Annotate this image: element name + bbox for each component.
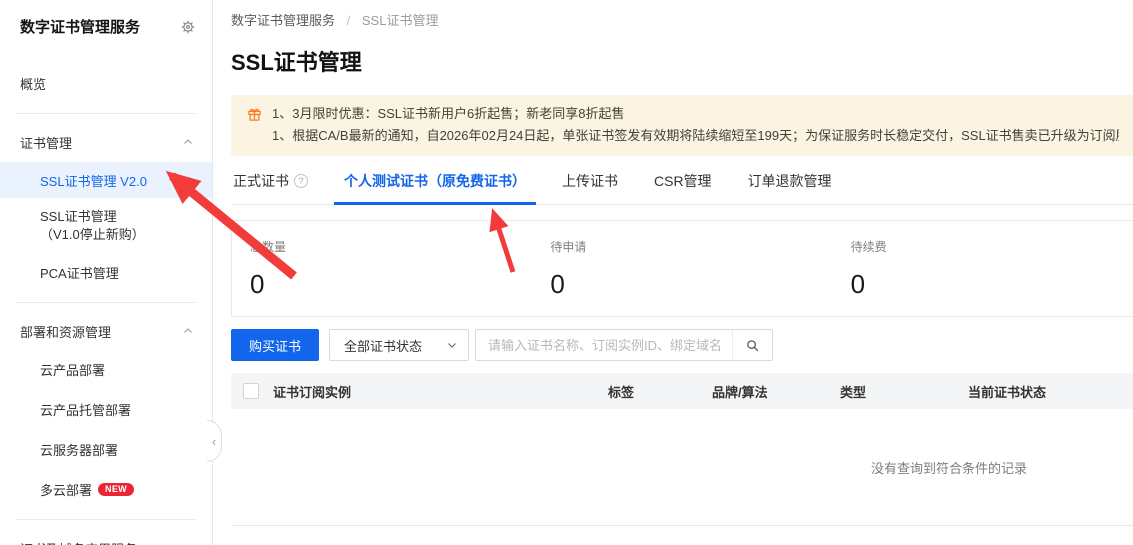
main-content: 数字证书管理服务 / SSL证书管理 SSL证书管理 1、3月限时优惠：SSL证… — [213, 0, 1133, 545]
empty-state-text: 没有查询到符合条件的记录 — [231, 458, 1027, 477]
banner-text: 1、3月限时优惠：SSL证书新用户6折起售；新老同享8折起售 1、根据CA/B最… — [272, 103, 1119, 147]
sidebar-item-ssl-v2[interactable]: SSL证书管理 V2.0 — [0, 162, 212, 198]
search-box — [475, 329, 773, 361]
sidebar-item-cloud-product-hosted-deploy[interactable]: 云产品托管部署 — [0, 391, 212, 427]
sidebar-section-cert-domain-apps[interactable]: 证书及域名应用服务 — [0, 532, 212, 545]
page-title: SSL证书管理 — [231, 45, 1133, 77]
tab-label: 订单退款管理 — [748, 171, 832, 191]
breadcrumb-root[interactable]: 数字证书管理服务 — [231, 13, 335, 28]
table-header-row: 证书订阅实例 标签 品牌/算法 类型 当前证书状态 — [231, 373, 1133, 409]
tab-csr-mgmt[interactable]: CSR管理 — [652, 171, 714, 204]
stat-label: 总数量 — [250, 238, 532, 255]
sidebar-item-multicloud-deploy[interactable]: 多云部署 NEW — [0, 471, 212, 507]
sidebar-item-cloud-product-deploy[interactable]: 云产品部署 — [0, 351, 212, 387]
gift-icon — [247, 107, 262, 122]
notice-banner: 1、3月限时优惠：SSL证书新用户6折起售；新老同享8折起售 1、根据CA/B最… — [231, 95, 1133, 156]
app-title: 数字证书管理服务 — [20, 16, 140, 37]
tab-formal-certs[interactable]: 正式证书 ? — [231, 171, 310, 204]
stat-label: 待续费 — [851, 238, 1133, 255]
col-header-current-status: 当前证书状态 — [968, 382, 1133, 401]
dropdown-selected-value: 全部证书状态 — [344, 336, 422, 355]
sidebar-section-label: 证书及域名应用服务 — [20, 539, 137, 545]
new-badge: NEW — [98, 483, 134, 496]
col-header-brand-algorithm: 品牌/算法 — [712, 382, 840, 401]
banner-line-2[interactable]: 1、根据CA/B最新的通知，自2026年02月24日起，单张证书签发有效期将陆续… — [272, 125, 1119, 147]
sidebar-section-cert-mgmt[interactable]: 证书管理 — [0, 126, 212, 158]
breadcrumb-current: SSL证书管理 — [362, 13, 439, 28]
stat-pending-renew: 待续费 0 — [833, 238, 1133, 300]
breadcrumb-separator: / — [347, 13, 351, 28]
tab-label: 上传证书 — [562, 171, 618, 191]
tab-label: 个人测试证书（原免费证书） — [344, 171, 526, 191]
tab-order-refund-mgmt[interactable]: 订单退款管理 — [746, 171, 834, 204]
sidebar-header: 数字证书管理服务 — [0, 12, 212, 41]
stat-label: 待申请 — [550, 238, 832, 255]
app-root: 数字证书管理服务 概览 证书管理 SSL证书管理 V2.0 SSL证书管理 （V… — [0, 0, 1133, 545]
chevron-up-icon — [182, 325, 194, 337]
stat-value: 0 — [250, 269, 532, 300]
stat-pending-apply: 待申请 0 — [532, 238, 832, 300]
sidebar-item-cloud-server-deploy[interactable]: 云服务器部署 — [0, 431, 212, 467]
sidebar-section-deploy[interactable]: 部署和资源管理 — [0, 315, 212, 347]
sidebar-item-ssl-v1[interactable]: SSL证书管理 （V1.0停止新购） — [0, 202, 212, 250]
sidebar-divider — [16, 113, 196, 114]
sidebar-item-overview[interactable]: 概览 — [0, 65, 212, 101]
sidebar-item-label: SSL证书管理 — [40, 209, 117, 224]
settings-gear-icon[interactable] — [180, 19, 196, 35]
banner-line-1: 1、3月限时优惠：SSL证书新用户6折起售；新老同享8折起售 — [272, 103, 1119, 125]
buy-certificate-button[interactable]: 购买证书 — [231, 329, 319, 361]
col-header-cert-instance: 证书订阅实例 — [273, 382, 608, 401]
sidebar: 数字证书管理服务 概览 证书管理 SSL证书管理 V2.0 SSL证书管理 （V… — [0, 0, 213, 545]
chevron-down-icon — [446, 339, 458, 351]
tab-upload-certs[interactable]: 上传证书 — [560, 171, 620, 204]
stat-total: 总数量 0 — [232, 238, 532, 300]
tab-bar: 正式证书 ? 个人测试证书（原免费证书） 上传证书 CSR管理 订单退款管理 — [231, 169, 1133, 205]
search-icon[interactable] — [732, 330, 772, 360]
cert-status-filter-dropdown[interactable]: 全部证书状态 — [329, 329, 469, 361]
col-header-type: 类型 — [840, 382, 968, 401]
breadcrumb: 数字证书管理服务 / SSL证书管理 — [231, 10, 1133, 29]
toolbar: 购买证书 全部证书状态 — [231, 329, 1133, 361]
help-icon[interactable]: ? — [294, 174, 308, 188]
tab-label: 正式证书 — [233, 171, 289, 191]
stats-card: 总数量 0 待申请 0 待续费 0 — [231, 220, 1133, 317]
sidebar-section-label: 部署和资源管理 — [20, 322, 111, 341]
search-input[interactable] — [476, 330, 732, 360]
select-all-checkbox[interactable] — [243, 383, 259, 399]
tab-label: CSR管理 — [654, 171, 712, 191]
stat-value: 0 — [851, 269, 1133, 300]
tab-personal-test-certs[interactable]: 个人测试证书（原免费证书） — [342, 171, 528, 204]
sidebar-item-pca[interactable]: PCA证书管理 — [0, 254, 212, 290]
stat-value: 0 — [550, 269, 832, 300]
col-header-tags: 标签 — [608, 382, 712, 401]
sidebar-divider — [16, 302, 196, 303]
sidebar-item-sublabel: （V1.0停止新购） — [40, 227, 145, 242]
table-empty-state: 没有查询到符合条件的记录 — [231, 409, 1133, 525]
sidebar-item-label: 多云部署 — [40, 480, 92, 499]
table-bottom-divider — [231, 525, 1133, 526]
sidebar-divider — [16, 519, 196, 520]
sidebar-section-label: 证书管理 — [20, 133, 72, 152]
chevron-up-icon — [182, 136, 194, 148]
